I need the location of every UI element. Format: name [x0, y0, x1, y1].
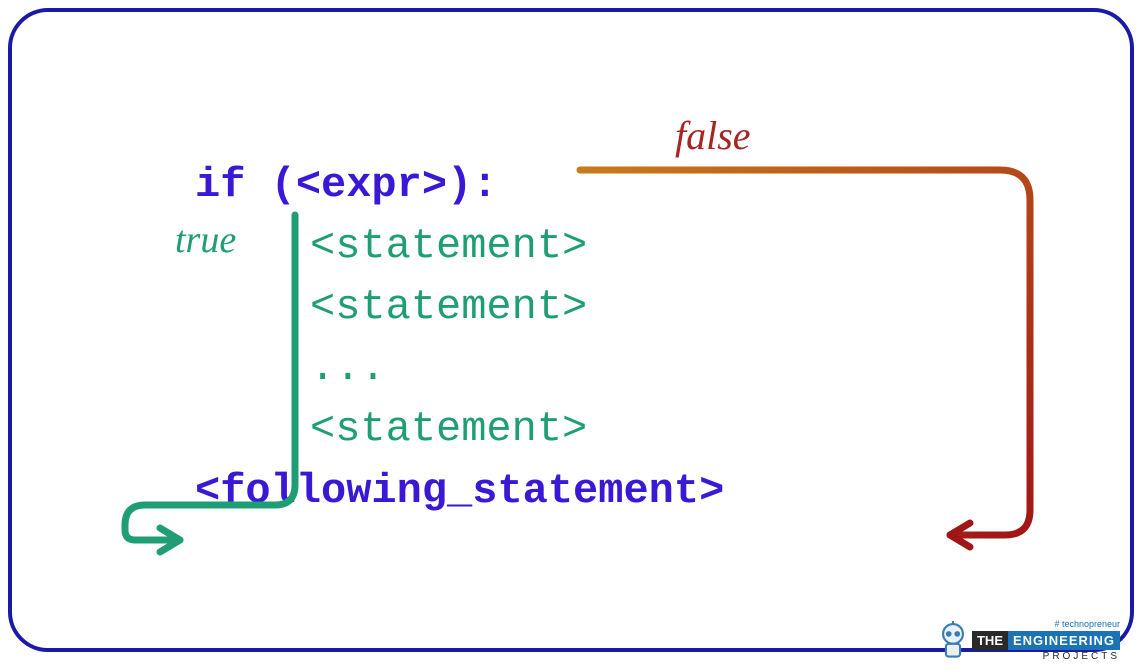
- brand-logo: # technopreneur THE ENGINEERING PROJECTS: [934, 620, 1120, 662]
- logo-the: THE: [972, 631, 1008, 650]
- false-label: false: [675, 112, 751, 159]
- robot-icon: [934, 620, 972, 662]
- logo-tagline: # technopreneur: [1054, 620, 1120, 629]
- false-arrow-icon: [570, 160, 1050, 560]
- logo-projects: PROJECTS: [1043, 652, 1120, 662]
- logo-main: THE ENGINEERING: [972, 631, 1120, 650]
- true-arrow-icon: [120, 210, 320, 550]
- logo-engineering: ENGINEERING: [1008, 631, 1120, 650]
- logo-text: # technopreneur THE ENGINEERING PROJECTS: [972, 620, 1120, 662]
